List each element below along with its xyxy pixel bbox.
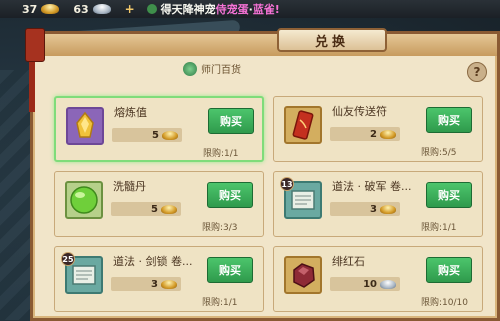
scroll-icon: 13: [280, 177, 322, 219]
price-value: 10: [363, 278, 377, 290]
purchase-limit: 限购:1/1: [202, 298, 238, 308]
crimson-stone-icon: [284, 256, 322, 294]
purchase-limit: 限购:1/1: [203, 149, 239, 159]
gold-ingot-icon: [41, 4, 60, 14]
purchase-limit: 限购:3/3: [202, 223, 238, 233]
scroll-icon: 25: [61, 252, 103, 294]
gold-count: 37: [22, 2, 38, 16]
purchase-limit: 限购:1/1: [421, 223, 457, 233]
item-name: 道法 · 剑锁 卷...: [113, 255, 193, 268]
green-pill-icon: [65, 181, 103, 219]
purchase-limit: 限购:10/10: [421, 298, 468, 308]
item-price: 2: [330, 127, 400, 141]
shop-item-card[interactable]: 熔炼值 5 购买 限购:1/1: [54, 96, 264, 162]
silver-ingot-icon: [92, 4, 111, 14]
item-price: 3: [111, 277, 181, 291]
ticker-item: 侍宠蛋: [215, 3, 249, 16]
buy-button[interactable]: 购买: [207, 257, 253, 283]
tab-shop[interactable]: 师门百货: [183, 61, 241, 76]
tassel-ornament: [29, 62, 35, 112]
gold-crystal-icon: [66, 107, 104, 145]
plus-icon[interactable]: +: [125, 3, 137, 15]
shop-item-card[interactable]: 25 道法 · 剑锁 卷... 3 购买 限购:1/1: [54, 246, 264, 312]
shop-item-card[interactable]: 洗髓丹 5 购买 限购:3/3: [54, 171, 264, 237]
shop-tab-label: 师门百货: [201, 65, 241, 76]
shop-item-card[interactable]: 仙友传送符 2 购买 限购:5/5: [273, 96, 483, 162]
item-price: 10: [330, 277, 400, 291]
item-price: 5: [111, 202, 181, 216]
item-level-badge: 25: [61, 252, 75, 266]
gold-ingot-icon: [380, 204, 396, 214]
price-value: 3: [151, 278, 158, 290]
buy-button[interactable]: 购买: [426, 107, 472, 133]
item-price: 3: [330, 202, 400, 216]
corner-ornament: [25, 28, 45, 62]
gold-ingot-icon: [162, 130, 178, 140]
gold-ingot-icon: [380, 129, 396, 139]
buy-button[interactable]: 购买: [426, 257, 472, 283]
shop-tab-icon: [183, 61, 197, 76]
price-value: 5: [152, 129, 159, 141]
gold-resource: 37: [22, 2, 60, 16]
buy-button[interactable]: 购买: [426, 182, 472, 208]
ticker-tail: 蓝雀!: [252, 3, 280, 16]
panel-title: 兑换: [277, 28, 387, 52]
item-name: 洗髓丹: [113, 180, 146, 193]
item-name: 仙友传送符: [332, 105, 387, 118]
ticker-text: 得天降神宠: [160, 3, 216, 16]
silver-resource: 63: [73, 2, 111, 16]
item-name: 道法 · 破军 卷...: [332, 180, 412, 193]
silver-count: 63: [73, 2, 89, 16]
exchange-panel: 兑换 师门百货 ? 熔炼值 5 购买 限购:1/1 仙友传送符 2 购买 限购:…: [25, 28, 500, 321]
item-price: 5: [112, 128, 182, 142]
gold-ingot-icon: [161, 204, 177, 214]
help-button[interactable]: ?: [467, 62, 487, 82]
price-value: 3: [370, 203, 377, 215]
price-value: 5: [151, 203, 158, 215]
panel-header: [33, 34, 497, 56]
item-name: 熔炼值: [114, 106, 147, 119]
buy-button[interactable]: 购买: [207, 182, 253, 208]
teleport-talisman-icon: [284, 106, 322, 144]
purchase-limit: 限购:5/5: [421, 148, 457, 158]
price-value: 2: [370, 128, 377, 140]
item-level-badge: 13: [280, 177, 294, 191]
broadcast-ticker: 得天降神宠侍宠蛋·蓝雀!: [161, 1, 280, 17]
shop-item-card[interactable]: 绯红石 10 购买 限购:10/10: [273, 246, 483, 312]
item-name: 绯红石: [332, 255, 365, 268]
resource-bar: 37 63 + 得天降神宠侍宠蛋·蓝雀!: [0, 0, 500, 18]
buy-button[interactable]: 购买: [208, 108, 254, 134]
gold-ingot-icon: [161, 279, 177, 289]
shop-item-card[interactable]: 13 道法 · 破军 卷... 3 购买 限购:1/1: [273, 171, 483, 237]
broadcast-icon: [146, 4, 157, 14]
silver-ingot-icon: [380, 279, 396, 289]
